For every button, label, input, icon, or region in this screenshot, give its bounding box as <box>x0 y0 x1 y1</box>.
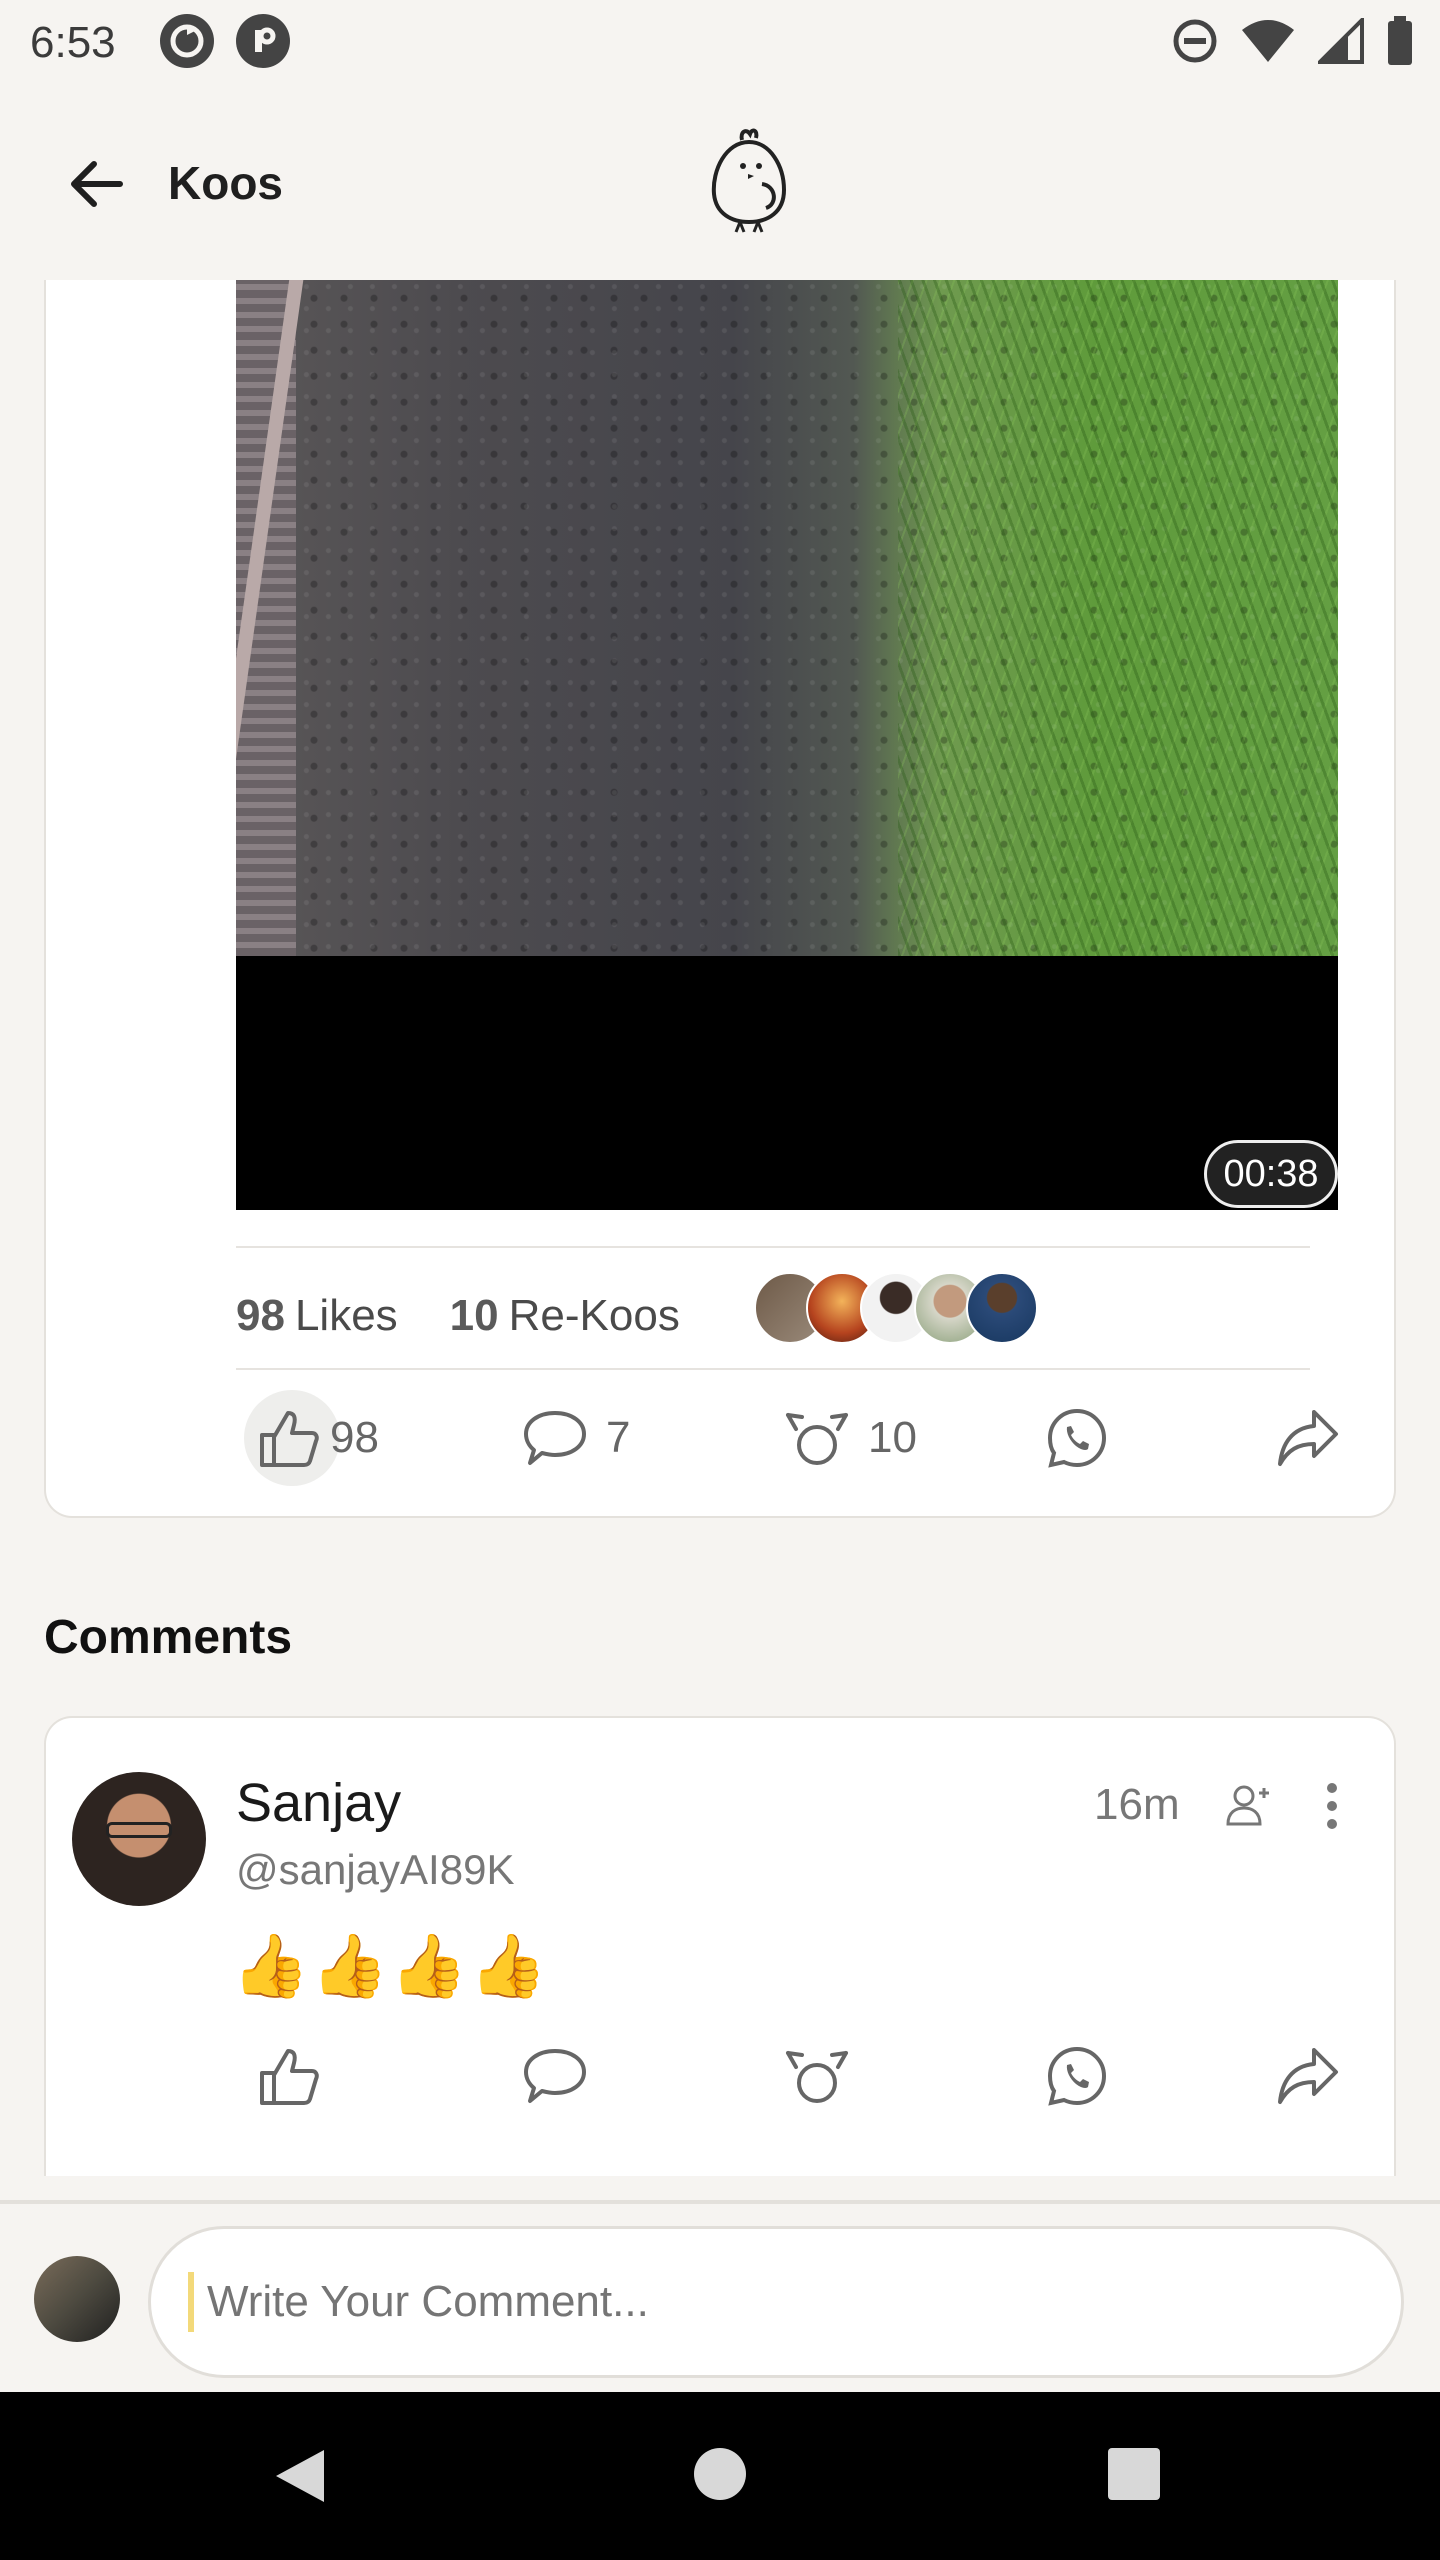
like-button[interactable]: 98 <box>244 1390 379 1486</box>
rekoo-icon <box>786 1413 848 1465</box>
avatar <box>966 1272 1038 1344</box>
video-grass <box>898 280 1338 956</box>
app-bar: Koos <box>0 84 1440 280</box>
comment-input[interactable] <box>148 2226 1404 2378</box>
more-options-icon[interactable] <box>1320 1782 1344 1830</box>
nav-back-icon[interactable] <box>272 2446 328 2506</box>
koo-bird-icon[interactable] <box>706 124 792 236</box>
comment-actions <box>236 2028 1346 2124</box>
comment-body: 👍👍👍👍 <box>232 1932 549 2001</box>
divider <box>236 1368 1310 1370</box>
thumbs-up-icon <box>260 2049 319 2105</box>
rekoos-count[interactable]: 10 <box>450 1291 499 1341</box>
post-actions: 98 7 10 <box>236 1390 1346 1486</box>
post-stats: 98 Likes 10 Re-Koos <box>236 1276 680 1356</box>
comment-rekoo-button[interactable] <box>784 2028 850 2124</box>
thumbs-up-icon <box>260 1411 319 1467</box>
status-right-icons <box>1172 16 1414 66</box>
video-duration-badge: 00:38 <box>1204 1140 1338 1208</box>
signal-icon <box>1318 18 1364 64</box>
sync-icon <box>160 14 214 68</box>
whatsapp-icon <box>1047 2046 1107 2106</box>
comment-like-button[interactable] <box>256 2028 322 2124</box>
comment-author-handle[interactable]: @sanjayAI89K <box>236 1846 514 1894</box>
text-caret <box>188 2272 194 2332</box>
like-count: 98 <box>330 1413 379 1462</box>
follow-user-icon[interactable] <box>1226 1782 1272 1828</box>
avatar[interactable] <box>72 1772 206 1906</box>
wifi-icon <box>1242 20 1294 62</box>
status-bar: 6:53 <box>0 0 1440 84</box>
avatar[interactable] <box>34 2256 120 2342</box>
comments-heading: Comments <box>44 1611 293 1664</box>
rekoo-count: 10 <box>868 1413 917 1462</box>
back-arrow-icon[interactable] <box>66 154 126 214</box>
nav-recents-icon[interactable] <box>1108 2448 1160 2500</box>
comment-reply-button[interactable] <box>522 2028 588 2124</box>
status-time: 6:53 <box>30 18 116 67</box>
video-frame <box>236 280 1338 975</box>
comment-button[interactable]: 7 <box>522 1390 630 1486</box>
nav-home-icon[interactable] <box>694 2448 746 2500</box>
whatsapp-share-button[interactable] <box>1046 1390 1108 1486</box>
comment-whatsapp-button[interactable] <box>1046 2028 1108 2124</box>
rekoos-label[interactable]: Re-Koos <box>509 1291 680 1341</box>
comment-share-button[interactable] <box>1276 2028 1340 2124</box>
share-arrow-icon <box>1278 2048 1338 2104</box>
divider <box>236 1246 1310 1248</box>
r-icon <box>236 14 290 68</box>
share-button[interactable] <box>1276 1390 1340 1486</box>
comment-count: 7 <box>606 1413 631 1462</box>
likes-label[interactable]: Likes <box>295 1291 398 1341</box>
battery-icon <box>1388 16 1412 65</box>
rekoo-icon <box>786 2051 848 2103</box>
rekoo-button[interactable]: 10 <box>784 1390 917 1486</box>
whatsapp-icon <box>1047 1408 1107 1468</box>
comment-timestamp: 16m <box>1094 1780 1180 1829</box>
dnd-icon <box>1173 19 1217 63</box>
likes-count[interactable]: 98 <box>236 1291 285 1341</box>
share-arrow-icon <box>1278 1410 1338 1466</box>
avatar-glasses <box>106 1822 172 1838</box>
page-title: Koos <box>168 157 283 209</box>
comment-icon <box>524 1411 586 1465</box>
comment-author-name[interactable]: Sanjay <box>236 1772 401 1834</box>
comment-icon <box>524 2049 586 2103</box>
video-player[interactable]: 00:38 <box>236 280 1338 1210</box>
